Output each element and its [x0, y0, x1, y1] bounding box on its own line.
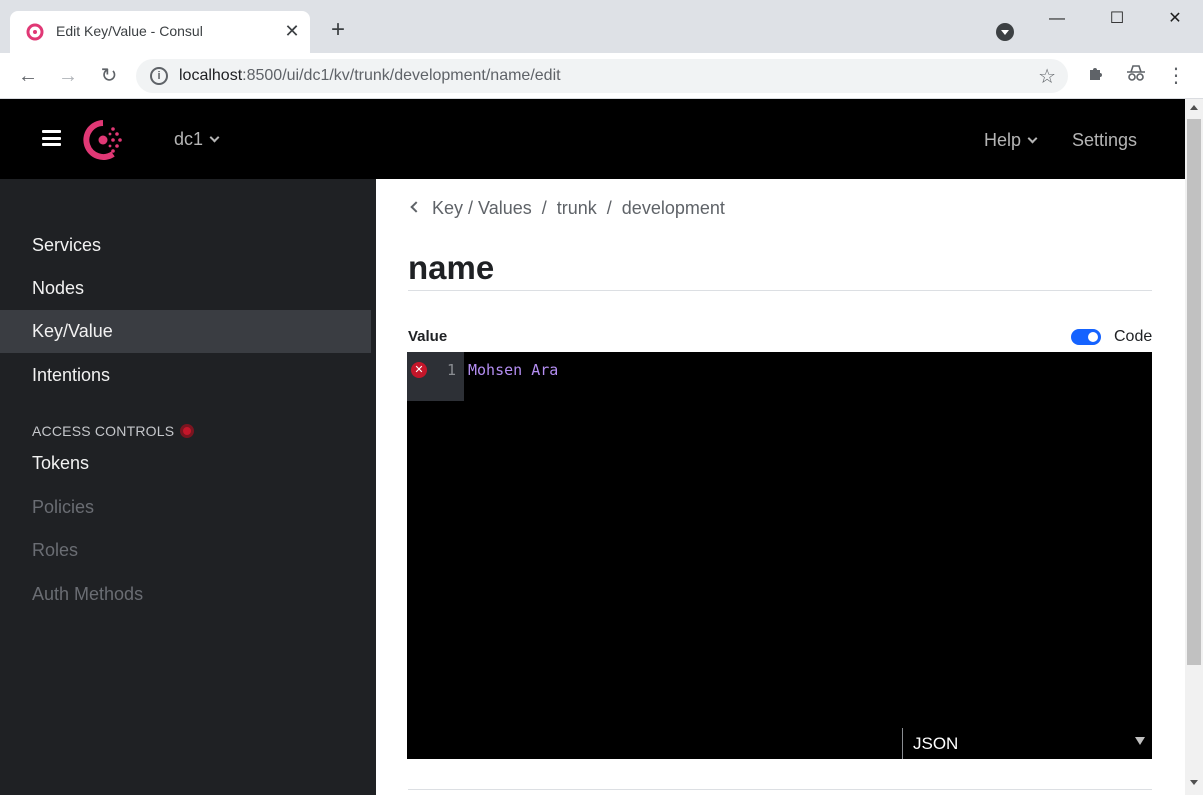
form-divider: [408, 789, 1152, 790]
sidebar-item-nodes[interactable]: Nodes: [0, 267, 371, 310]
sidebar-item-key-value[interactable]: Key/Value: [0, 310, 371, 353]
code-editor[interactable]: ✕ 1 Mohsen Ara JSON: [407, 352, 1152, 759]
help-menu[interactable]: Help: [984, 130, 1038, 151]
syntax-mode-select[interactable]: JSON: [902, 728, 1152, 759]
code-toggle[interactable]: [1071, 329, 1101, 345]
scroll-down-icon[interactable]: [1190, 780, 1198, 785]
page-scrollbar[interactable]: [1185, 99, 1203, 795]
tab-search-icon[interactable]: [996, 23, 1014, 41]
value-label: Value: [408, 328, 448, 345]
browser-toolbar: ← → ↻ i localhost:8500/ui/dc1/kv/trunk/d…: [0, 53, 1203, 99]
datacenter-label: dc1: [174, 129, 204, 149]
breadcrumb-development[interactable]: development: [622, 198, 725, 218]
main-content: Key / Values / trunk / development name Valu…: [376, 179, 1185, 795]
browser-tab-strip: Edit Key/Value - Consul ✕ + — ☐ ✕: [0, 0, 1203, 53]
address-bar[interactable]: i localhost:8500/ui/dc1/kv/trunk/develop…: [136, 59, 1068, 93]
chevron-down-icon: [1027, 133, 1038, 144]
access-controls-label: ACCESS CONTROLS: [32, 423, 175, 439]
datacenter-dropdown[interactable]: dc1: [174, 129, 220, 150]
settings-link[interactable]: Settings: [1072, 130, 1137, 151]
app-header: dc1 Help Settings: [0, 99, 1185, 179]
tab-close-icon[interactable]: ✕: [282, 21, 302, 41]
consul-favicon-icon: [26, 23, 44, 41]
browser-tab[interactable]: Edit Key/Value - Consul ✕: [10, 11, 310, 53]
sidebar-item-auth-methods: Auth Methods: [32, 584, 144, 604]
chevron-left-icon[interactable]: [410, 201, 422, 213]
url-text[interactable]: localhost:8500/ui/dc1/kv/trunk/developme…: [179, 67, 561, 85]
menu-kebab-icon[interactable]: ⋮: [1163, 63, 1189, 89]
access-controls-heading: ACCESS CONTROLS: [32, 422, 195, 439]
code-toggle-label[interactable]: Code: [1114, 328, 1152, 346]
sidebar-item-roles: Roles: [32, 540, 79, 560]
lint-error-icon[interactable]: ✕: [411, 362, 427, 378]
scroll-up-icon[interactable]: [1190, 105, 1198, 110]
breadcrumb-separator: /: [541, 198, 547, 218]
back-icon[interactable]: ←: [14, 62, 42, 90]
sidebar-item-policies: Policies: [32, 497, 95, 517]
chevron-down-icon: [209, 132, 220, 143]
editor-content[interactable]: Mohsen Ara: [468, 361, 558, 379]
sidebar-item-intentions[interactable]: Intentions: [0, 354, 371, 397]
breadcrumb-separator: /: [606, 198, 612, 218]
hamburger-menu-icon[interactable]: [42, 130, 61, 146]
title-divider: [408, 290, 1152, 291]
bookmark-star-icon[interactable]: ☆: [1038, 64, 1056, 89]
tab-title: Edit Key/Value - Consul: [56, 23, 203, 39]
new-tab-icon[interactable]: +: [326, 18, 350, 42]
site-info-icon[interactable]: i: [150, 67, 168, 85]
caret-down-icon: [1135, 737, 1145, 745]
syntax-mode-label: JSON: [913, 734, 959, 753]
extensions-puzzle-icon[interactable]: [1083, 63, 1109, 89]
minimize-icon[interactable]: —: [1042, 8, 1072, 30]
alert-badge-icon: [180, 424, 195, 438]
line-number: 1: [447, 361, 457, 379]
url-path: :8500/ui/dc1/kv/trunk/development/name/e…: [242, 67, 561, 84]
editor-gutter: ✕ 1: [407, 352, 464, 401]
reload-icon[interactable]: ↻: [95, 62, 123, 90]
sidebar: Services Nodes Key/Value Intentions ACCE…: [0, 179, 376, 795]
consul-logo-icon[interactable]: [82, 119, 124, 161]
maximize-icon[interactable]: ☐: [1102, 8, 1132, 30]
breadcrumb-key-values[interactable]: Key / Values: [432, 198, 532, 218]
breadcrumb: Key / Values / trunk / development: [410, 198, 725, 219]
forward-icon[interactable]: →: [54, 62, 82, 90]
incognito-avatar-icon[interactable]: [1123, 63, 1149, 89]
scroll-thumb[interactable]: [1187, 119, 1201, 665]
sidebar-item-tokens[interactable]: Tokens: [0, 442, 371, 485]
help-label: Help: [984, 130, 1022, 150]
sidebar-item-services[interactable]: Services: [0, 224, 371, 267]
page-title: name: [408, 249, 495, 286]
breadcrumb-trunk[interactable]: trunk: [557, 198, 597, 218]
window-close-icon[interactable]: ✕: [1160, 8, 1190, 30]
url-host: localhost: [179, 67, 243, 84]
